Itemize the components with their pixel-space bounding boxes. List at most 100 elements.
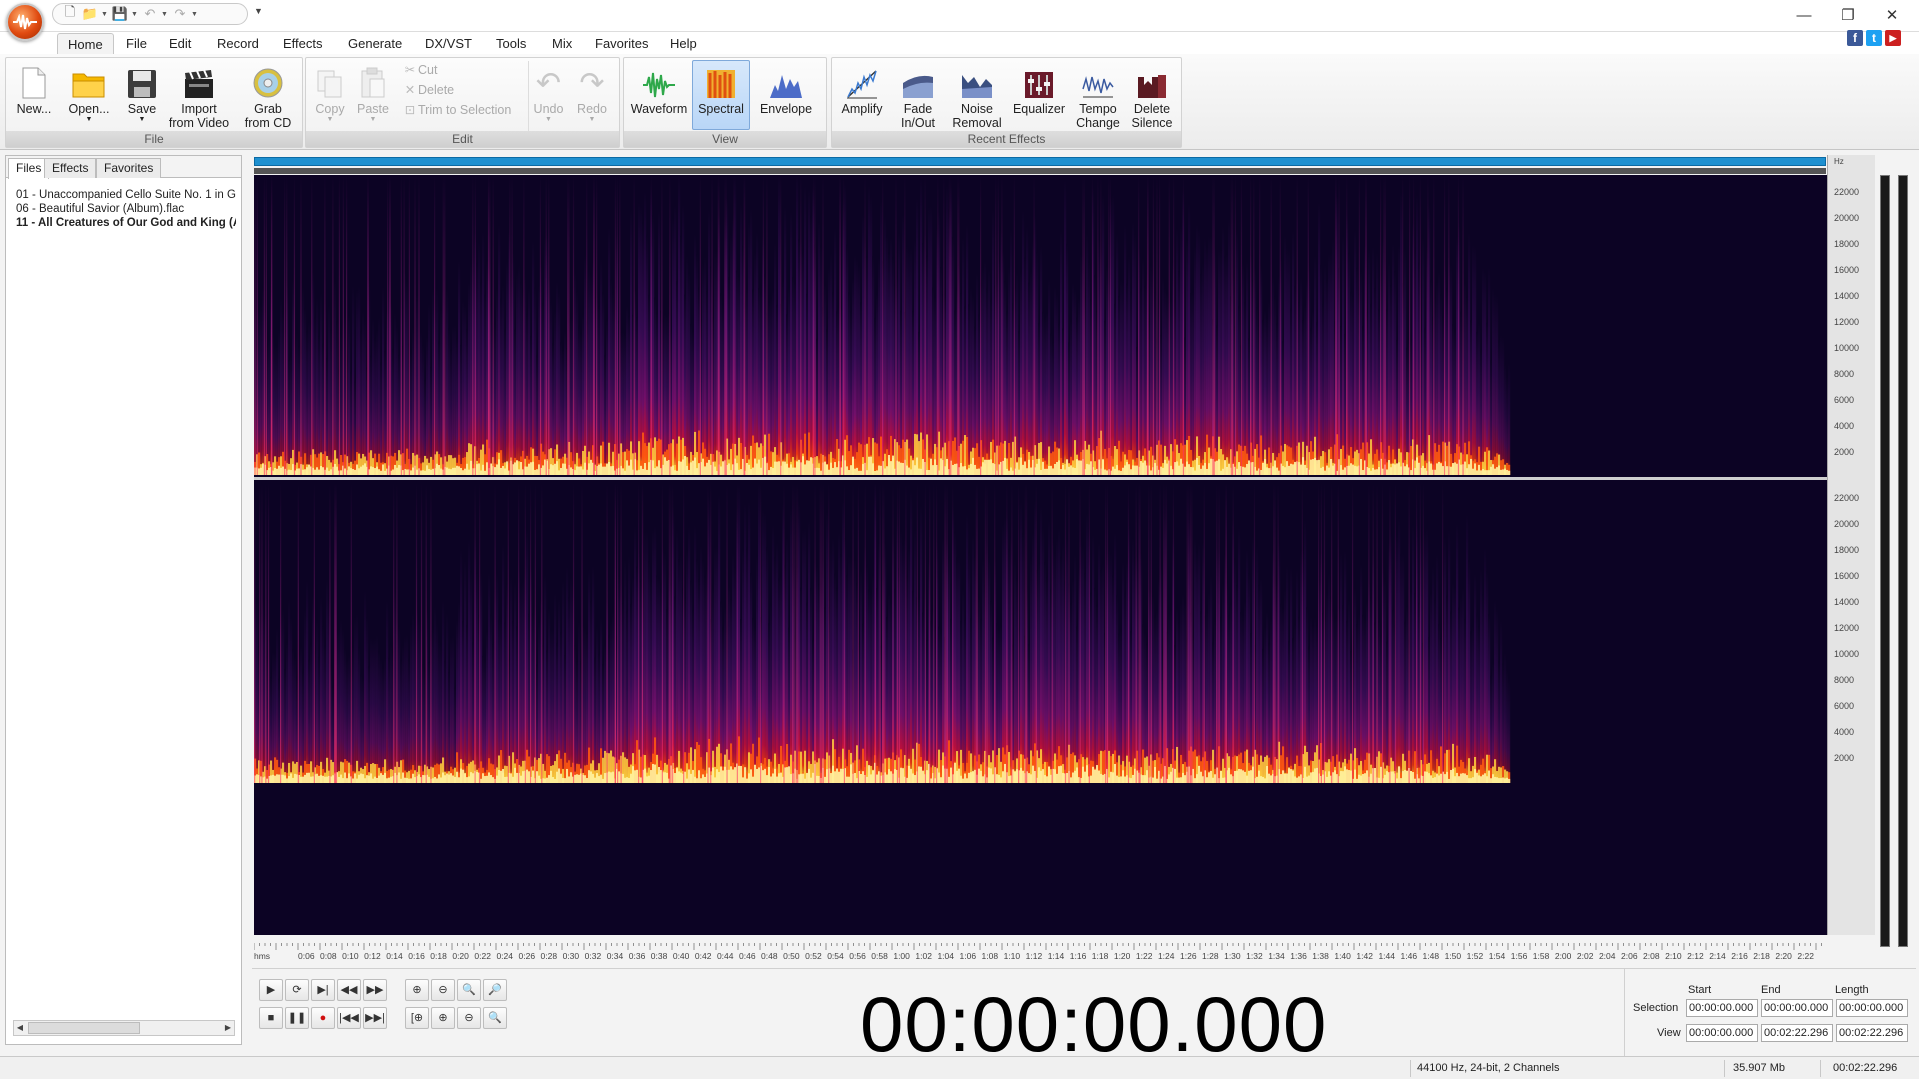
stop-button[interactable]: ■ bbox=[259, 1007, 283, 1029]
new-file-icon[interactable]: 🗋 bbox=[61, 4, 79, 23]
time-label: 2:10 bbox=[1665, 951, 1682, 961]
loop-play-button[interactable]: ⟳ bbox=[285, 979, 309, 1001]
go-to-start-button[interactable]: |◀◀ bbox=[337, 1007, 361, 1029]
amplify-button[interactable]: Amplify bbox=[836, 61, 888, 131]
envelope-view-button[interactable]: Envelope bbox=[754, 61, 818, 131]
facebook-icon[interactable]: f bbox=[1847, 30, 1863, 46]
fast-forward-button[interactable]: ▶▶ bbox=[363, 979, 387, 1001]
zoom-out-button[interactable]: ⊖ bbox=[431, 979, 455, 1001]
tempo-change-button[interactable]: Tempo Change bbox=[1072, 61, 1124, 131]
delete-silence-button[interactable]: Delete Silence bbox=[1126, 61, 1178, 131]
time-label: 0:48 bbox=[761, 951, 778, 961]
overview-timebar[interactable] bbox=[254, 157, 1826, 166]
chevron-down-icon: ▼ bbox=[588, 116, 596, 123]
new-button[interactable]: New... bbox=[12, 61, 56, 131]
paste-button[interactable]: Paste ▼ bbox=[352, 61, 394, 131]
undo-button[interactable]: ↶ Undo ▼ bbox=[528, 61, 568, 131]
trim-to-selection-button[interactable]: ⊡ Trim to Selection bbox=[402, 100, 512, 120]
delete-button[interactable]: ✕ Delete bbox=[402, 80, 454, 100]
copy-button[interactable]: Copy ▼ bbox=[310, 61, 350, 131]
app-logo[interactable] bbox=[6, 3, 44, 41]
frequency-label: 20000 bbox=[1834, 519, 1860, 529]
time-label: 0:28 bbox=[540, 951, 558, 961]
tab-panel-favorites[interactable]: Favorites bbox=[96, 158, 162, 178]
redo-arrow-icon: ↷ bbox=[579, 67, 605, 100]
chevron-down-icon[interactable]: ▼ bbox=[161, 11, 169, 18]
noise-removal-button[interactable]: Noise Removal bbox=[948, 61, 1006, 131]
chevron-down-icon[interactable]: ▼ bbox=[131, 11, 139, 18]
zoom-full-button[interactable]: 🔍 bbox=[457, 979, 481, 1001]
zoom-selection-button[interactable]: 🔎 bbox=[483, 979, 507, 1001]
waveform-view-button[interactable]: Waveform bbox=[628, 61, 690, 131]
zoom-to-start-button[interactable]: [⊕ bbox=[405, 1007, 429, 1029]
tab-panel-effects[interactable]: Effects bbox=[44, 158, 97, 178]
amplify-icon bbox=[847, 70, 877, 99]
horizontal-scrollbar[interactable]: ◀ ▶ bbox=[13, 1020, 235, 1036]
tab-mix[interactable]: Mix bbox=[542, 33, 582, 54]
grab-from-cd-button[interactable]: Grab from CD bbox=[240, 61, 296, 131]
go-to-end-button[interactable]: ▶▶| bbox=[363, 1007, 387, 1029]
rewind-button[interactable]: ◀◀ bbox=[337, 979, 361, 1001]
spectral-view-button[interactable]: Spectral bbox=[692, 60, 750, 130]
vertical-zoom-in-button[interactable]: ⊕ bbox=[431, 1007, 455, 1029]
tab-file[interactable]: File bbox=[116, 33, 157, 54]
save-button[interactable]: Save ▼ bbox=[122, 61, 162, 131]
chevron-down-icon[interactable]: ▼ bbox=[191, 11, 199, 18]
minimize-button[interactable]: — bbox=[1784, 4, 1824, 26]
tab-edit[interactable]: Edit bbox=[159, 33, 201, 54]
time-ticks bbox=[254, 943, 1822, 950]
tab-dxvst[interactable]: DX/VST bbox=[415, 33, 482, 54]
view-start-field[interactable]: 00:00:00.000 bbox=[1686, 1024, 1758, 1042]
record-button[interactable]: ● bbox=[311, 1007, 335, 1029]
twitter-icon[interactable]: t bbox=[1866, 30, 1882, 46]
position-track[interactable] bbox=[254, 168, 1826, 174]
undo-icon[interactable]: ↶ bbox=[141, 5, 159, 23]
restore-button[interactable]: ❐ bbox=[1828, 4, 1868, 26]
redo-button[interactable]: ↷ Redo ▼ bbox=[572, 61, 612, 131]
view-length-field[interactable]: 00:02:22.296 bbox=[1836, 1024, 1908, 1042]
play-to-end-button[interactable]: ▶| bbox=[311, 979, 335, 1001]
pause-button[interactable]: ❚❚ bbox=[285, 1007, 309, 1029]
equalizer-button[interactable]: Equalizer bbox=[1008, 61, 1070, 131]
scrollbar-thumb[interactable] bbox=[28, 1022, 140, 1034]
zoom-in-button[interactable]: ⊕ bbox=[405, 979, 429, 1001]
tab-help[interactable]: Help bbox=[660, 33, 707, 54]
tab-effects[interactable]: Effects bbox=[273, 33, 333, 54]
view-end-field[interactable]: 00:02:22.296 bbox=[1761, 1024, 1833, 1042]
skip-end-icon: ▶▶| bbox=[365, 1012, 385, 1024]
selection-length-field[interactable]: 00:00:00.000 bbox=[1836, 999, 1908, 1017]
chevron-down-icon[interactable]: ▼ bbox=[101, 11, 109, 18]
time-label: 1:00 bbox=[893, 951, 910, 961]
spectrogram[interactable] bbox=[254, 175, 1827, 935]
time-ruler[interactable]: hms 0:06 0:08 0:10 0:12 0:14 0:16 0:18 0:20 0:22… bbox=[254, 943, 1829, 965]
save-icon[interactable]: 💾 bbox=[111, 5, 129, 23]
scroll-right-icon[interactable]: ▶ bbox=[222, 1022, 234, 1034]
selection-end-field[interactable]: 00:00:00.000 bbox=[1761, 999, 1833, 1017]
list-item[interactable]: 11 - All Creatures of Our God and King (… bbox=[16, 216, 236, 230]
youtube-icon[interactable]: ▶ bbox=[1885, 30, 1901, 46]
selection-start-field[interactable]: 00:00:00.000 bbox=[1686, 999, 1758, 1017]
cut-button[interactable]: ✂ Cut bbox=[402, 60, 438, 80]
vertical-zoom-out-button[interactable]: ⊖ bbox=[457, 1007, 481, 1029]
tab-favorites[interactable]: Favorites bbox=[585, 33, 658, 54]
open-button[interactable]: Open... ▼ bbox=[64, 61, 114, 131]
list-item[interactable]: 01 - Unaccompanied Cello Suite No. 1 in … bbox=[16, 188, 236, 202]
customize-toolbar-icon[interactable]: ▼ bbox=[254, 6, 263, 16]
tab-tools[interactable]: Tools bbox=[486, 33, 536, 54]
scroll-left-icon[interactable]: ◀ bbox=[14, 1022, 26, 1034]
redo-icon[interactable]: ↷ bbox=[171, 5, 189, 23]
tab-home[interactable]: Home bbox=[57, 33, 114, 54]
vertical-zoom-full-button[interactable]: 🔍 bbox=[483, 1007, 507, 1029]
play-button[interactable]: ▶ bbox=[259, 979, 283, 1001]
import-from-video-button[interactable]: Import from Video bbox=[166, 61, 232, 131]
time-label: 0:52 bbox=[805, 951, 822, 961]
tab-generate[interactable]: Generate bbox=[338, 33, 412, 54]
import-label-1: Import bbox=[181, 102, 217, 116]
fade-in-out-button[interactable]: Fade In/Out bbox=[890, 61, 946, 131]
open-folder-icon[interactable]: 📁 bbox=[81, 5, 99, 23]
selection-label: Selection bbox=[1633, 1002, 1679, 1014]
stop-icon: ■ bbox=[267, 1012, 275, 1024]
list-item[interactable]: 06 - Beautiful Savior (Album).flac bbox=[16, 202, 236, 216]
close-button[interactable]: ✕ bbox=[1872, 4, 1912, 26]
tab-record[interactable]: Record bbox=[207, 33, 269, 54]
